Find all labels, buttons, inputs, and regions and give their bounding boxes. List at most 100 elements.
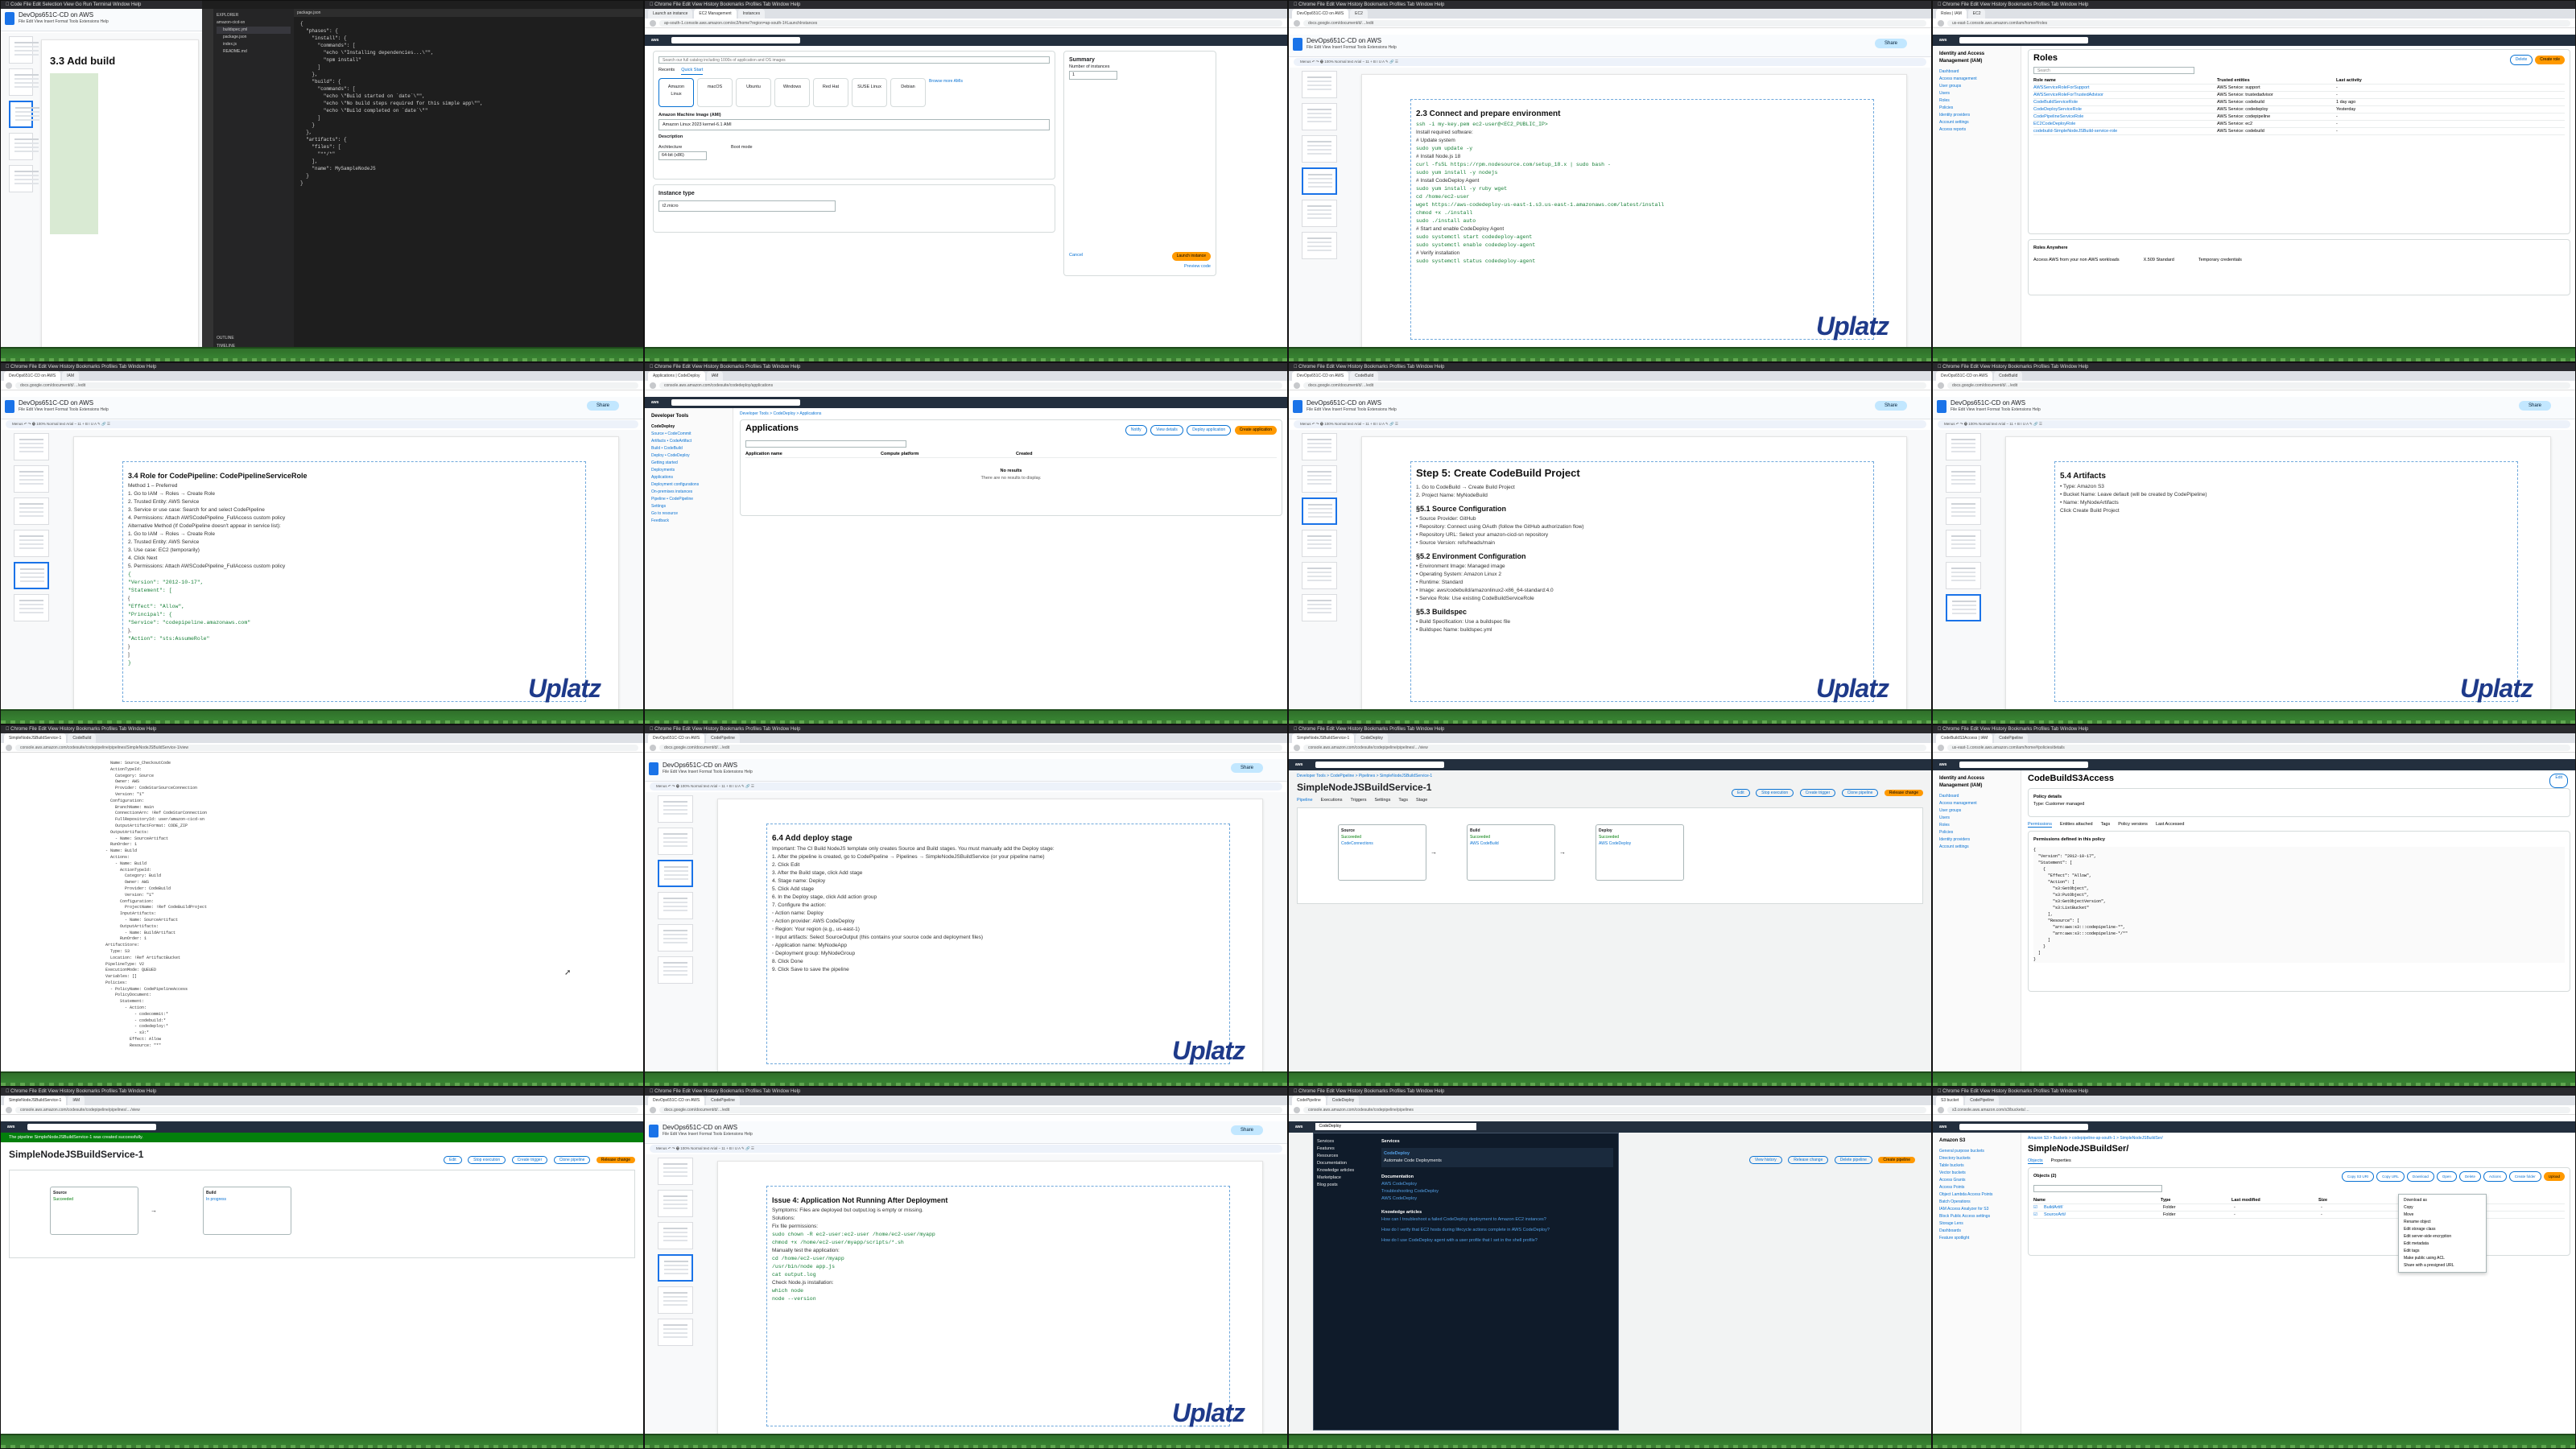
delete-button[interactable]: Delete [2509,55,2533,65]
role-name-link[interactable]: codebuild-SimpleNodeJSBuild-service-role [2033,128,2211,134]
knowledge-result-link[interactable]: How do I verify that EC2 hosts during li… [1381,1227,1613,1234]
doc-title[interactable]: DevOps651C-CD on AWS [1307,37,1381,44]
knowledge-result-link[interactable]: How can I troubleshoot a failed CodeDepl… [1381,1216,1613,1224]
breadcrumb[interactable]: Developer Tools > CodeDeploy > Applicati… [740,411,1282,416]
nav-item[interactable]: User groups [1939,807,2014,815]
role-name-link[interactable]: CodePipelineServiceRole [2033,114,2211,120]
nav-item[interactable]: On-premises instances [651,489,726,496]
ami-search-input[interactable]: Search our full catalog including 1000s … [658,56,1050,64]
search-section-link[interactable]: Services [1317,1138,1373,1146]
tab-objects[interactable]: Objects [2028,1158,2043,1164]
share-button[interactable]: Share [587,401,619,411]
tab-stage[interactable]: Stage [1416,798,1427,803]
object-action-button[interactable]: Copy URL [2376,1171,2405,1182]
stop-execution-button[interactable]: Stop execution [1756,789,1794,797]
search-section-link[interactable]: Features [1317,1146,1373,1153]
row-checkbox[interactable]: ☑ [2033,1204,2037,1211]
table-row[interactable]: AWSServiceRoleForSupport AWS Service: sup… [2033,85,2565,92]
menu-item[interactable]: Rename object [2404,1219,2481,1226]
activity-bar[interactable] [202,9,213,355]
edit-button[interactable]: Edit [2549,774,2568,788]
nav-item[interactable]: Dashboard [1939,793,2014,800]
edit-button[interactable]: Edit [1732,789,1750,797]
applications-search-input[interactable] [745,440,906,448]
nav-item[interactable]: Go to resource [651,510,726,518]
nav-item[interactable]: Access Grants [1939,1177,2014,1184]
explorer-item[interactable]: buildspec.yml [217,27,291,34]
search-section-link[interactable]: Blog posts [1317,1182,1373,1189]
doc-title[interactable]: DevOps651C-CD on AWS [19,11,93,19]
edit-button[interactable]: Edit [444,1156,462,1164]
launch-instance-button[interactable]: Launch instance [1171,252,1211,261]
ami-option[interactable]: SUSE Linux [852,78,887,107]
nav-item[interactable]: Block Public Access settings [1939,1213,2014,1220]
object-action-button[interactable]: Upload [2543,1172,2565,1181]
nav-item[interactable]: Dashboard [1939,68,2014,76]
doc-result-link[interactable]: Troubleshooting CodeDeploy [1381,1188,1613,1195]
create-role-button[interactable]: Create role [2535,56,2565,64]
stage-build[interactable]: Build In progress [203,1187,291,1235]
nav-item[interactable]: Users [1939,90,2014,97]
menu-item[interactable]: Edit storage class [2404,1226,2481,1233]
ami-option[interactable]: Ubuntu [736,78,771,107]
release-change-button[interactable]: Release change [1788,1156,1829,1164]
page-thumbnails[interactable] [1294,71,1342,345]
instance-type-select[interactable]: t2.micro [658,200,836,212]
doc-result-link[interactable]: AWS CodeDeploy [1381,1195,1613,1203]
table-row[interactable]: CodeDeployServiceRole AWS Service: codede… [2033,106,2565,114]
nav-item[interactable]: Feedback [651,518,726,525]
nav-item[interactable]: Source • CodeCommit [651,431,726,438]
doc-title[interactable]: DevOps651C-CD on AWS [1951,399,2025,407]
ami-option[interactable]: Debian [890,78,926,107]
ami-option[interactable]: Red Hat [813,78,848,107]
url-bar[interactable]: ap-south-1.console.aws.amazon.com/ec2/ho… [659,19,1282,27]
object-action-button[interactable]: Create folder [2508,1171,2541,1182]
ami-option[interactable]: Windows [774,78,810,107]
create-trigger-button[interactable]: Create trigger [511,1156,548,1164]
role-name-link[interactable]: AWSServiceRoleForSupport [2033,85,2211,91]
editor-tab[interactable]: package.json [294,9,643,17]
doc-result-link[interactable]: AWS CodeDeploy [1381,1181,1613,1188]
notify-button[interactable]: Notify [1125,425,1147,436]
docs-menu[interactable]: File Edit View Insert Format Tools Exten… [19,19,109,24]
doc-title[interactable]: DevOps651C-CD on AWS [1307,399,1381,407]
search-section-link[interactable]: Marketplace [1317,1174,1373,1182]
nav-item[interactable]: Identity providers [1939,836,2014,844]
nav-item[interactable]: Access management [1939,76,2014,83]
breadcrumb[interactable]: Developer Tools > CodePipeline > Pipelin… [1297,774,1432,778]
nav-item[interactable]: General purpose buckets [1939,1148,2014,1155]
nav-item[interactable]: Deploy • CodeDeploy [651,452,726,460]
tab-triggers[interactable]: Triggers [1350,798,1366,803]
instances-input[interactable]: 1 [1069,71,1117,80]
object-action-button[interactable]: Open [2436,1171,2457,1182]
menu-item[interactable]: Edit server-side encryption [2404,1233,2481,1241]
stop-execution-button[interactable]: Stop execution [468,1156,506,1164]
view-history-button[interactable]: View history [1748,1156,1782,1164]
nav-item[interactable]: Object Lambda Access Points [1939,1191,2014,1199]
explorer-item[interactable]: README.md [217,48,291,56]
code-editor[interactable]: { "phases": { "install": { "commands": [… [294,17,643,355]
nav-item[interactable]: Policies [1939,105,2014,112]
policy-json-editor[interactable]: { "Version": "2012-10-17", "Statement": … [2033,847,2565,963]
aws-search-input[interactable]: CodeDeploy [1315,1123,1477,1131]
object-action-button[interactable]: Delete [2458,1171,2481,1182]
object-name-link[interactable]: SourceArti/ [2044,1212,2157,1218]
object-action-button[interactable]: Copy S3 URI [2341,1171,2375,1182]
tab-tags[interactable]: Tags [1398,798,1408,803]
nav-item[interactable]: Roles [1939,97,2014,105]
object-action-button[interactable]: Download [2406,1171,2434,1182]
nav-item[interactable]: Users [1939,815,2014,822]
nav-item[interactable]: Policies [1939,829,2014,836]
row-checkbox[interactable]: ☑ [2033,1212,2037,1218]
nav-item[interactable]: Table buckets [1939,1162,2014,1170]
doc-title[interactable]: DevOps651C-CD on AWS [663,762,737,769]
menu-item[interactable]: Copy [2404,1204,2481,1212]
table-row[interactable]: codebuild-SimpleNodeJSBuild-service-role… [2033,128,2565,135]
release-change-button[interactable]: Release change [596,1157,635,1163]
explorer-item[interactable]: package.json [217,34,291,41]
share-button[interactable]: Share [1231,1125,1263,1135]
nav-item[interactable]: Storage Lens [1939,1220,2014,1228]
delete-pipeline-button[interactable]: Delete pipeline [1834,1156,1872,1164]
cancel-button[interactable]: Cancel [1069,252,1083,259]
nav-item[interactable]: Access management [1939,800,2014,807]
